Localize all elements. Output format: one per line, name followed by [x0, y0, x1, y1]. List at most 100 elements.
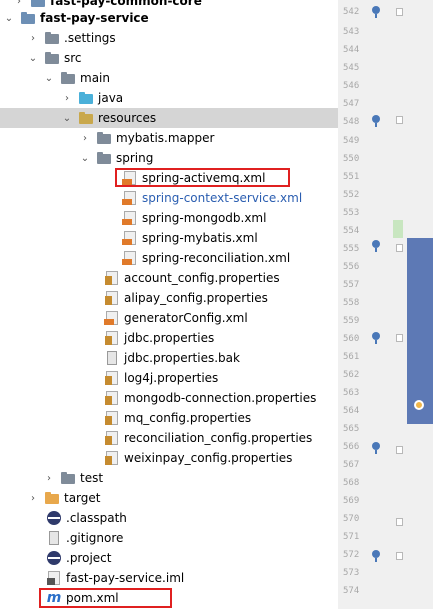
tree-item-jdbc-properties-bak[interactable]: jdbc.properties.bak [0, 348, 338, 368]
tree-item-spring[interactable]: ⌄ spring [0, 148, 338, 168]
line-number: 554 [343, 226, 360, 236]
editor-scrollbar-thumb[interactable] [407, 238, 433, 424]
fold-marker-icon[interactable] [396, 8, 403, 16]
tree-item-label: reconciliation_config.properties [124, 431, 313, 445]
tree-item-resources[interactable]: ⌄ resources [0, 108, 338, 128]
module-folder-icon [20, 10, 36, 26]
excluded-folder-icon [44, 490, 60, 506]
line-number: 546 [343, 81, 360, 91]
tree-item-gitignore[interactable]: .gitignore [0, 528, 338, 548]
expand-arrow-icon[interactable]: ⌄ [44, 68, 54, 88]
expand-arrow-icon[interactable]: ⌄ [28, 48, 38, 68]
tree-item-label: jdbc.properties [124, 331, 215, 345]
tree-item-spring-mongodb-xml[interactable]: spring-mongodb.xml [0, 208, 338, 228]
line-number: 558 [343, 298, 360, 308]
tree-item-label: jdbc.properties.bak [124, 351, 240, 365]
tree-item-label: target [64, 491, 101, 505]
line-number: 566 [343, 442, 360, 452]
source-folder-icon [78, 90, 94, 106]
line-number: 561 [343, 352, 360, 362]
xml-file-icon [122, 250, 138, 266]
collapse-arrow-icon[interactable]: › [28, 488, 38, 508]
line-number: 559 [343, 316, 360, 326]
tree-item-label: fast-pay-service [40, 11, 149, 25]
line-number: 568 [343, 478, 360, 488]
line-number: 550 [343, 154, 360, 164]
tree-item-classpath[interactable]: .classpath [0, 508, 338, 528]
override-marker-icon[interactable] [372, 6, 380, 18]
line-number: 562 [343, 370, 360, 380]
tree-item-project[interactable]: .project [0, 548, 338, 568]
eclipse-file-icon [46, 550, 62, 566]
fold-marker-icon[interactable] [396, 552, 403, 560]
line-number: 556 [343, 262, 360, 272]
line-number: 569 [343, 496, 360, 506]
line-number: 560 [343, 334, 360, 344]
project-tree[interactable]: › fast-pay-common-core ⌄ fast-pay-servic… [0, 0, 338, 609]
tree-item-label: spring [116, 151, 154, 165]
expand-arrow-icon[interactable]: ⌄ [62, 108, 72, 128]
package-folder-icon [96, 150, 112, 166]
fold-marker-icon[interactable] [396, 116, 403, 124]
tree-item-java[interactable]: › java [0, 88, 338, 108]
tree-item-spring-mybatis-xml[interactable]: spring-mybatis.xml [0, 228, 338, 248]
override-marker-icon[interactable] [372, 442, 380, 454]
line-number: 552 [343, 190, 360, 200]
line-number: 549 [343, 136, 360, 146]
tree-item-weixinpay-config-properties[interactable]: weixinpay_config.properties [0, 448, 338, 468]
highlight-box-pom [39, 588, 172, 608]
tree-item-main[interactable]: ⌄ main [0, 68, 338, 88]
line-number: 557 [343, 280, 360, 290]
properties-file-icon [104, 430, 120, 446]
tree-item-label: log4j.properties [124, 371, 219, 385]
fold-marker-icon[interactable] [396, 334, 403, 342]
override-marker-icon[interactable] [372, 550, 380, 562]
fold-marker-icon[interactable] [396, 244, 403, 252]
tree-item-fast-pay-service[interactable]: ⌄ fast-pay-service [0, 8, 338, 28]
text-file-icon [46, 530, 62, 546]
collapse-arrow-icon[interactable]: › [44, 468, 54, 488]
xml-file-icon [122, 190, 138, 206]
line-number: 574 [343, 586, 360, 596]
tree-item-label: test [80, 471, 104, 485]
line-number: 551 [343, 172, 360, 182]
tree-item-test[interactable]: › test [0, 468, 338, 488]
tree-item-label: spring-mybatis.xml [142, 231, 258, 245]
expand-arrow-icon[interactable]: ⌄ [80, 148, 90, 168]
collapse-arrow-icon[interactable]: › [80, 128, 90, 148]
tree-item-label: spring-mongodb.xml [142, 211, 267, 225]
properties-file-icon [104, 370, 120, 386]
line-number: 563 [343, 388, 360, 398]
tree-item-generatorconfig-xml[interactable]: generatorConfig.xml [0, 308, 338, 328]
tree-item-spring-reconciliation-xml[interactable]: spring-reconciliation.xml [0, 248, 338, 268]
collapse-arrow-icon[interactable]: › [28, 28, 38, 48]
override-marker-icon[interactable] [372, 115, 380, 127]
expand-arrow-icon[interactable]: ⌄ [4, 8, 14, 28]
tree-item-spring-context-service-xml[interactable]: spring-context-service.xml [0, 188, 338, 208]
tree-item-reconciliation-config-properties[interactable]: reconciliation_config.properties [0, 428, 338, 448]
fold-marker-icon[interactable] [396, 446, 403, 454]
tree-item-label: .settings [64, 31, 116, 45]
tree-item-log4j-properties[interactable]: log4j.properties [0, 368, 338, 388]
override-marker-icon[interactable] [372, 332, 380, 344]
override-marker-icon[interactable] [372, 240, 380, 252]
tree-item-mybatis-mapper[interactable]: › mybatis.mapper [0, 128, 338, 148]
tree-item-target[interactable]: › target [0, 488, 338, 508]
line-number: 542 [343, 7, 360, 17]
tree-item-mongodb-connection-properties[interactable]: mongodb-connection.properties [0, 388, 338, 408]
tree-item-alipay-config-properties[interactable]: alipay_config.properties [0, 288, 338, 308]
fold-marker-icon[interactable] [396, 518, 403, 526]
tree-item-jdbc-properties[interactable]: jdbc.properties [0, 328, 338, 348]
collapse-arrow-icon[interactable]: › [62, 88, 72, 108]
tree-item-src[interactable]: ⌄ src [0, 48, 338, 68]
tree-item-settings[interactable]: › .settings [0, 28, 338, 48]
tree-item-mq-config-properties[interactable]: mq_config.properties [0, 408, 338, 428]
tree-item-label: generatorConfig.xml [124, 311, 248, 325]
tree-item-account-config-properties[interactable]: account_config.properties [0, 268, 338, 288]
text-file-icon [104, 350, 120, 366]
line-number: 547 [343, 99, 360, 109]
tree-item-label: main [80, 71, 110, 85]
tree-item-label: spring-reconciliation.xml [142, 251, 291, 265]
line-number: 545 [343, 63, 360, 73]
tree-item-fast-pay-service-iml[interactable]: fast-pay-service.iml [0, 568, 338, 588]
